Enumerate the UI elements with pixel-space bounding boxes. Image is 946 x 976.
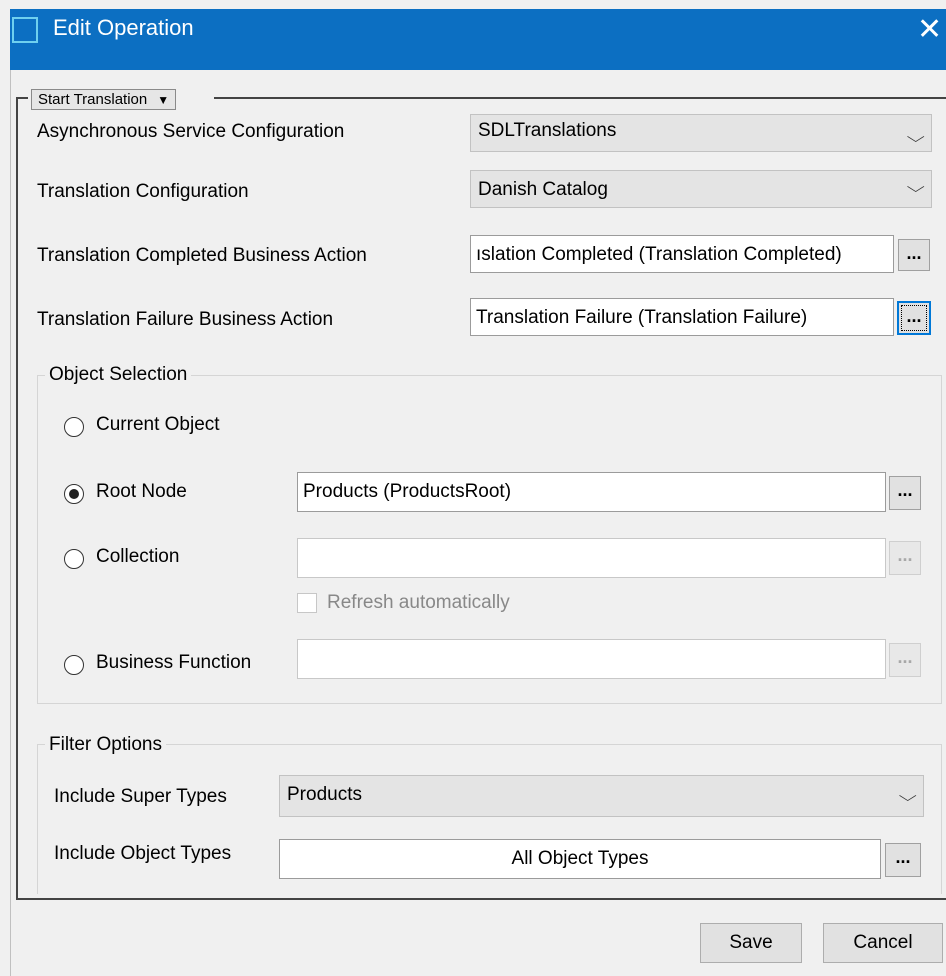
close-icon[interactable]: ✕: [917, 10, 942, 50]
business-function-radio[interactable]: [64, 655, 84, 675]
completed-action-value: ıslation Completed (Translation Complete…: [476, 244, 842, 265]
async-config-label: Asynchronous Service Configuration: [37, 121, 345, 142]
collection-radio[interactable]: [64, 549, 84, 569]
async-config-select[interactable]: SDLTranslations ⌵: [470, 114, 932, 152]
failure-action-browse-button[interactable]: ...: [897, 301, 931, 335]
failure-action-label: Translation Failure Business Action: [37, 309, 334, 330]
window-edge: [10, 70, 11, 976]
object-types-browse-button[interactable]: ...: [885, 843, 921, 877]
translation-config-select[interactable]: Danish Catalog ⌵: [470, 170, 932, 208]
async-config-value: SDLTranslations: [478, 120, 617, 141]
chevron-down-icon: ⌵: [906, 179, 925, 196]
collection-field[interactable]: [297, 538, 886, 578]
root-node-radio[interactable]: [64, 484, 84, 504]
root-node-field[interactable]: Products (ProductsRoot): [297, 472, 886, 512]
current-object-radio[interactable]: [64, 417, 84, 437]
failure-action-value: Translation Failure (Translation Failure…: [476, 307, 808, 328]
business-function-browse-button[interactable]: ...: [889, 643, 921, 677]
business-function-label: Business Function: [96, 652, 252, 673]
refresh-automatically-checkbox[interactable]: [297, 593, 317, 613]
object-types-label: Include Object Types: [54, 843, 232, 864]
cancel-button[interactable]: Cancel: [823, 923, 943, 963]
operation-type-select[interactable]: Start Translation ▼: [31, 89, 177, 110]
root-node-label: Root Node: [96, 481, 187, 502]
caret-down-icon: ▼: [157, 93, 170, 107]
failure-action-field[interactable]: Translation Failure (Translation Failure…: [470, 298, 894, 336]
translation-config-label: Translation Configuration: [37, 181, 249, 202]
collection-browse-button[interactable]: ...: [889, 541, 921, 575]
operation-type-value: Start Translation: [38, 91, 148, 108]
root-node-value: Products (ProductsRoot): [303, 481, 512, 502]
chevron-down-icon: ⌵: [898, 788, 917, 805]
current-object-label: Current Object: [96, 414, 220, 435]
root-node-browse-button[interactable]: ...: [889, 476, 921, 510]
object-types-value: All Object Types: [511, 848, 649, 869]
object-selection-title: Object Selection: [45, 364, 192, 386]
window-icon: [12, 17, 38, 43]
object-types-field[interactable]: All Object Types: [279, 839, 881, 879]
chevron-down-icon: ⌵: [906, 129, 925, 146]
super-types-label: Include Super Types: [54, 786, 227, 807]
collection-label: Collection: [96, 546, 180, 567]
completed-action-field[interactable]: ıslation Completed (Translation Complete…: [470, 235, 894, 273]
save-button[interactable]: Save: [700, 923, 802, 963]
translation-config-value: Danish Catalog: [478, 179, 608, 200]
super-types-select[interactable]: Products ⌵: [279, 775, 924, 817]
business-function-field[interactable]: [297, 639, 886, 679]
filter-options-title: Filter Options: [45, 734, 166, 756]
refresh-automatically-label: Refresh automatically: [327, 592, 510, 613]
completed-action-browse-button[interactable]: ...: [898, 239, 930, 271]
window-title: Edit Operation: [53, 15, 194, 40]
super-types-value: Products: [287, 784, 362, 805]
completed-action-label: Translation Completed Business Action: [37, 245, 367, 266]
